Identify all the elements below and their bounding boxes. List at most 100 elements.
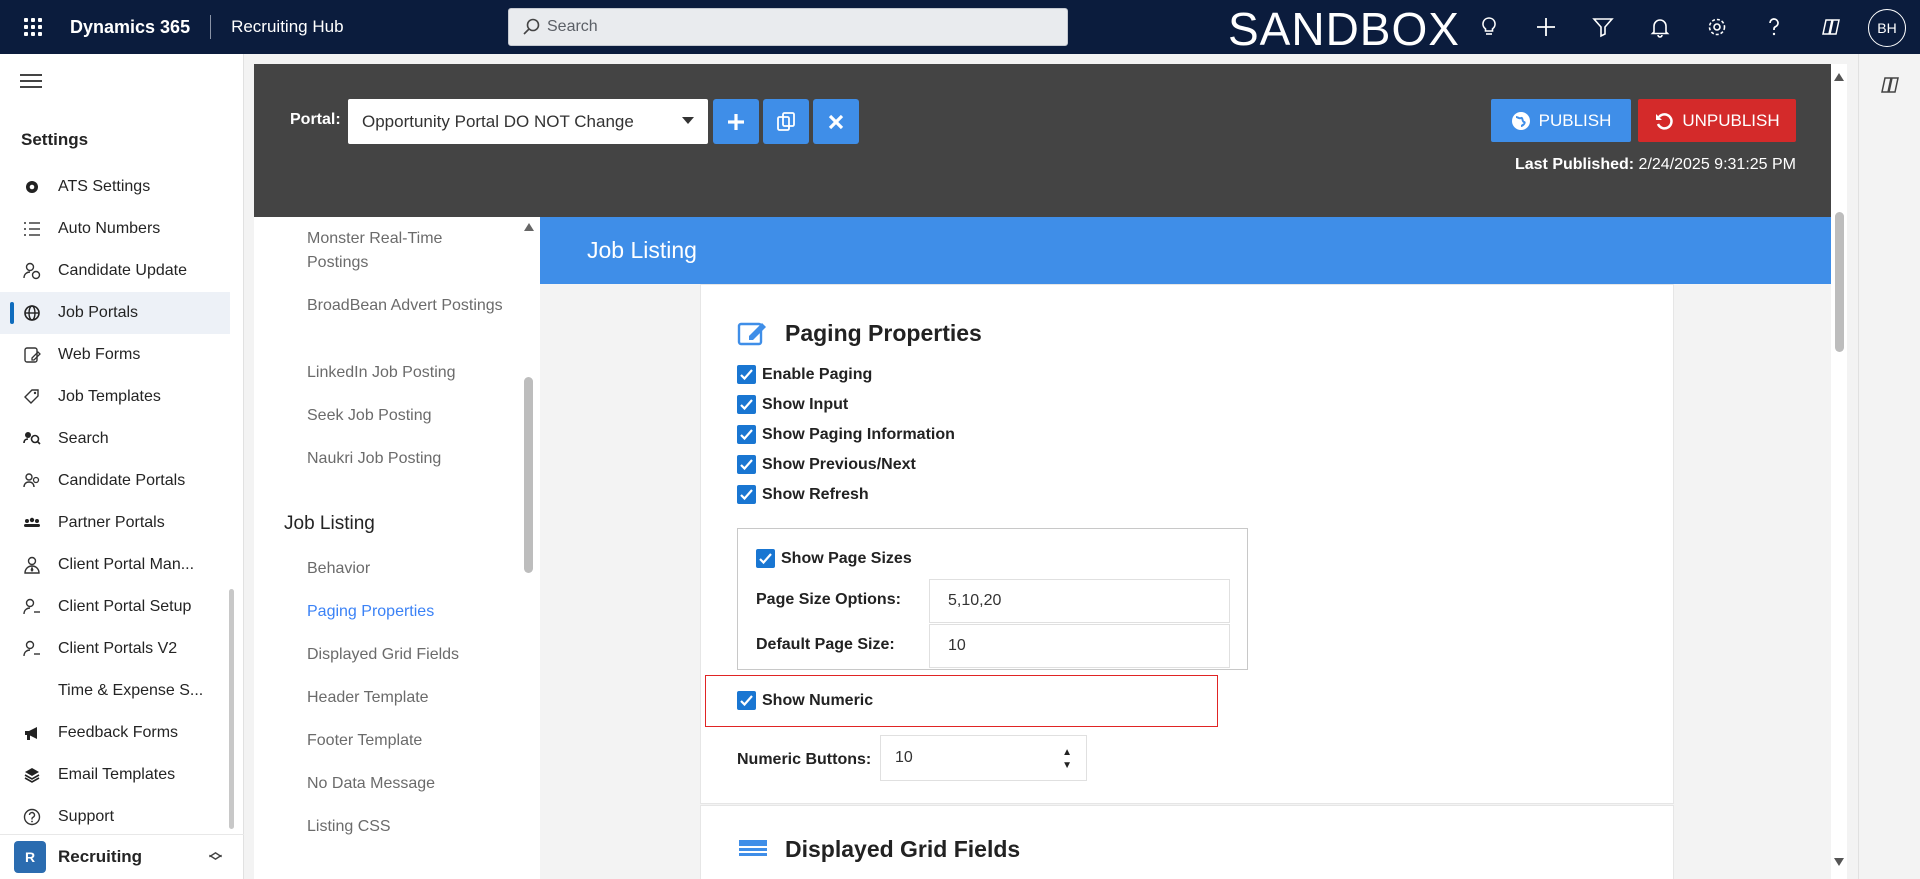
tree-group-heading[interactable]: Job Listing (284, 513, 375, 535)
checkbox-label: Show Page Sizes (781, 549, 912, 567)
nav-item-label: Client Portal Man... (58, 556, 195, 573)
nav-scrollbar[interactable] (229, 589, 234, 829)
enable-paging-checkbox[interactable]: Enable Paging (737, 365, 872, 384)
add-portal-button[interactable] (713, 99, 759, 144)
area-switcher[interactable]: R Recruiting ︿ ﹀ (0, 834, 244, 879)
tree-item[interactable]: Behavior (307, 557, 507, 581)
tree-item[interactable]: Seek Job Posting (307, 404, 507, 428)
nav-heading: Settings (21, 130, 89, 149)
scroll-up-icon[interactable] (524, 223, 534, 231)
nav-item-support[interactable]: Support (0, 796, 230, 838)
tree-item[interactable]: No Data Message (307, 772, 507, 796)
portal-label: Portal: (290, 111, 341, 128)
show-previous-next-checkbox[interactable]: Show Previous/Next (737, 455, 916, 474)
top-icons (1460, 0, 1859, 54)
last-published: Last Published: 2/24/2025 9:31:25 PM (1515, 156, 1796, 174)
unpublish-label: UNPUBLISH (1682, 110, 1780, 130)
nav-item-time-expense[interactable]: Time & Expense S... (0, 670, 230, 712)
main-scrollbar-track[interactable] (1831, 64, 1847, 879)
search-people-icon (22, 429, 42, 449)
tree-item[interactable]: Header Template (307, 686, 507, 710)
show-page-sizes-checkbox[interactable]: Show Page Sizes (756, 549, 912, 568)
checkbox-label: Show Refresh (762, 485, 869, 503)
nav-item-client-portals-v2[interactable]: Client Portals V2 (0, 628, 230, 670)
checkbox-label: Show Input (762, 395, 849, 413)
publish-label: PUBLISH (1538, 110, 1612, 130)
nav-item-label: Job Templates (58, 388, 161, 405)
tree-scrollbar[interactable] (524, 377, 533, 573)
last-published-value: 2/24/2025 9:31:25 PM (1638, 156, 1796, 173)
checkbox-label: Enable Paging (762, 365, 873, 383)
portal-selected-value: Opportunity Portal DO NOT Change (362, 111, 634, 131)
numeric-buttons-input[interactable]: 10 ▲ ▼ (880, 735, 1087, 781)
nav-item-web-forms[interactable]: Web Forms (0, 334, 230, 376)
hamburger-icon[interactable] (20, 74, 42, 90)
form-edit-icon (22, 345, 42, 365)
copilot-icon[interactable] (1879, 74, 1901, 96)
tree-item[interactable]: Monster Real-Time Postings (307, 227, 507, 275)
nav-item-candidate-portals[interactable]: Candidate Portals (0, 460, 230, 502)
checkbox-checked-icon (737, 485, 756, 504)
nav-item-email-templates[interactable]: Email Templates (0, 754, 230, 796)
default-page-size-input[interactable]: 10 (929, 624, 1230, 668)
nav-item-feedback-forms[interactable]: Feedback Forms (0, 712, 230, 754)
nav-item-label: Client Portals V2 (58, 640, 178, 657)
nav-item-search[interactable]: Search (0, 418, 230, 460)
unpublish-button[interactable]: UNPUBLISH (1638, 99, 1796, 142)
template-icon (22, 387, 42, 407)
numeric-buttons-value: 10 (895, 749, 913, 766)
filter-icon[interactable] (1574, 0, 1631, 54)
tree-item[interactable]: Naukri Job Posting (307, 447, 507, 471)
gear-icon[interactable] (1688, 0, 1745, 54)
nav-item-label: Support (58, 808, 115, 825)
tree-item[interactable]: Listing CSS (307, 815, 507, 839)
default-page-size-label: Default Page Size: (756, 636, 895, 653)
copilot-icon[interactable] (1802, 0, 1859, 54)
lightbulb-icon[interactable] (1460, 0, 1517, 54)
checkbox-label: Show Paging Information (762, 425, 955, 443)
main-scrollbar-thumb[interactable] (1835, 212, 1844, 352)
nav-item-client-portal-setup[interactable]: Client Portal Setup (0, 586, 230, 628)
numbered-list-icon (22, 219, 42, 239)
search-input[interactable]: Search (508, 8, 1068, 46)
hub-name[interactable]: Recruiting Hub (231, 17, 343, 37)
plus-icon[interactable] (1517, 0, 1574, 54)
section-title: Paging Properties (737, 319, 982, 347)
nav-item-label: Feedback Forms (58, 724, 179, 741)
person-sync-icon (22, 261, 42, 281)
portal-select[interactable]: Opportunity Portal DO NOT Change (348, 99, 708, 144)
edit-icon (737, 322, 766, 346)
show-paging-information-checkbox[interactable]: Show Paging Information (737, 425, 955, 444)
nav-item-ats-settings[interactable]: ATS Settings (0, 166, 230, 208)
nav-item-label: Candidate Portals (58, 472, 186, 489)
checkbox-label: Show Previous/Next (762, 455, 916, 473)
tree-item-selected[interactable]: Paging Properties (307, 600, 507, 624)
show-numeric-checkbox[interactable]: Show Numeric (737, 691, 873, 710)
tree-item[interactable]: Footer Template (307, 729, 507, 753)
publish-button[interactable]: PUBLISH (1491, 99, 1631, 142)
nav-item-candidate-update[interactable]: Candidate Update (0, 250, 230, 292)
nav-item-client-portal-man[interactable]: Client Portal Man... (0, 544, 230, 586)
avatar[interactable]: BH (1868, 9, 1906, 47)
spinner-arrows-icon[interactable]: ▲ ▼ (1062, 746, 1072, 772)
tree-item[interactable]: BroadBean Advert Postings (307, 294, 507, 318)
help-icon[interactable] (1745, 0, 1802, 54)
delete-portal-button[interactable] (813, 99, 859, 144)
app-name[interactable]: Dynamics 365 (70, 17, 190, 38)
tree-item[interactable]: Displayed Grid Fields (307, 643, 507, 667)
nav-item-job-portals[interactable]: Job Portals (0, 292, 230, 334)
tree-item[interactable]: LinkedIn Job Posting (307, 361, 507, 385)
checkbox-checked-icon (737, 365, 756, 384)
app-launcher-icon[interactable] (10, 0, 56, 54)
portal-toolbar: Portal: Opportunity Portal DO NOT Change… (254, 64, 1831, 217)
nav-item-job-templates[interactable]: Job Templates (0, 376, 230, 418)
page-size-options-input[interactable]: 5,10,20 (929, 579, 1230, 623)
copy-portal-button[interactable] (763, 99, 809, 144)
show-input-checkbox[interactable]: Show Input (737, 395, 848, 414)
show-refresh-checkbox[interactable]: Show Refresh (737, 485, 869, 504)
nav-item-partner-portals[interactable]: Partner Portals (0, 502, 230, 544)
scroll-down-icon[interactable] (1834, 858, 1844, 866)
nav-item-auto-numbers[interactable]: Auto Numbers (0, 208, 230, 250)
bell-icon[interactable] (1631, 0, 1688, 54)
scroll-up-icon[interactable] (1834, 73, 1844, 81)
